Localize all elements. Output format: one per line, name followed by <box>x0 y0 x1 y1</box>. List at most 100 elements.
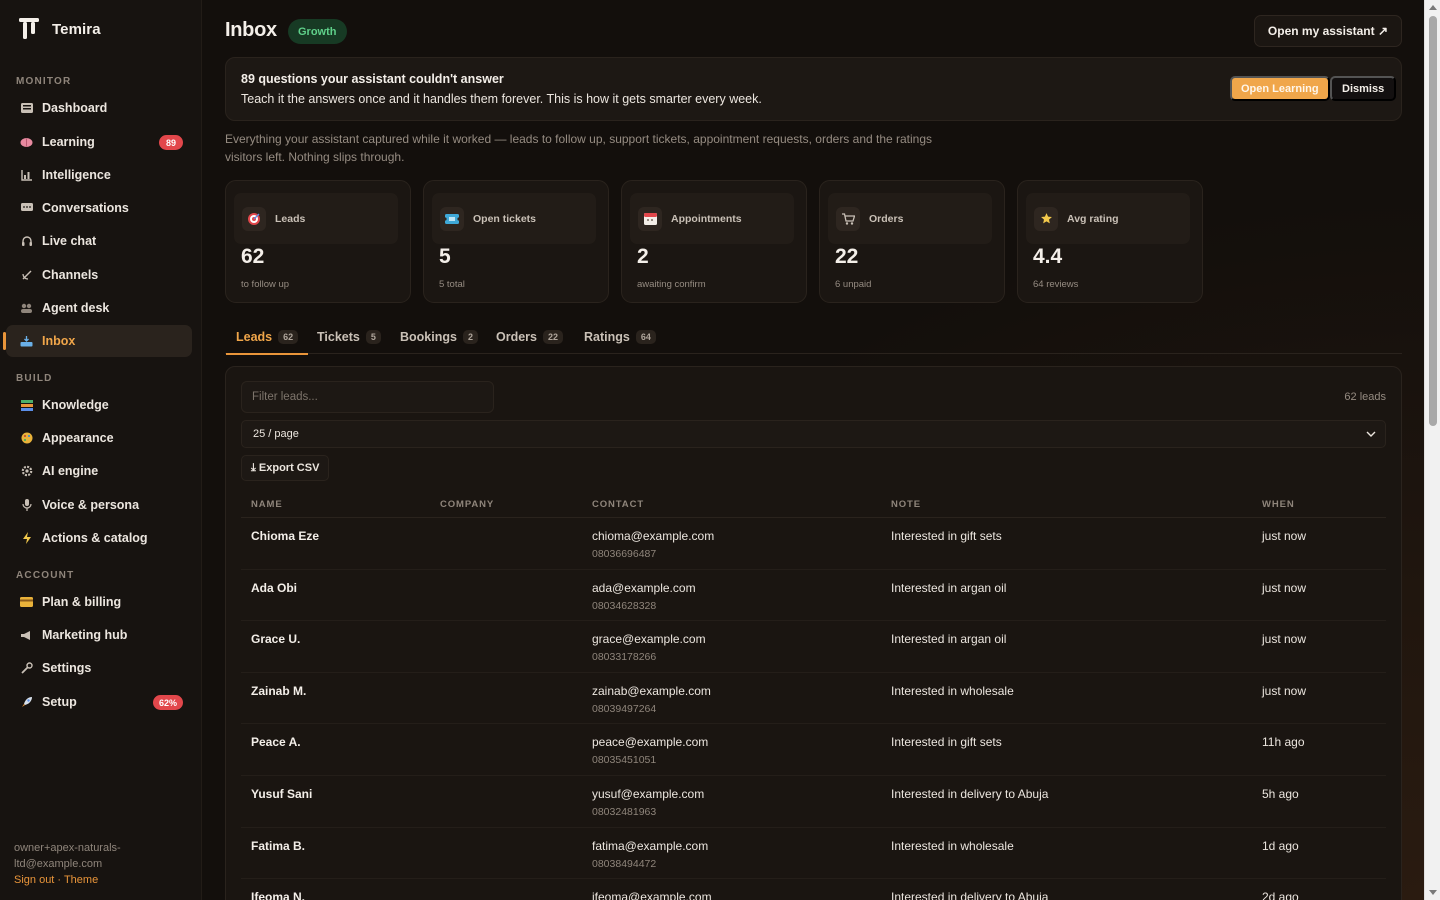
column-header-name[interactable]: NAME <box>251 499 283 510</box>
lead-note: Interested in delivery to Abuja <box>891 890 1049 900</box>
tab-label: Orders <box>496 330 537 344</box>
table-row[interactable]: Chioma Eze chioma@example.com 08036696487… <box>241 518 1386 570</box>
rocket-icon <box>20 696 33 709</box>
sidebar-item-label: AI engine <box>42 464 99 478</box>
filter-leads-input[interactable] <box>241 381 494 413</box>
tab-label: Ratings <box>584 330 630 344</box>
sidebar-item-actions-catalog[interactable]: Actions & catalog <box>6 522 192 554</box>
export-csv-button[interactable]: ⤓ Export CSV <box>241 455 330 481</box>
learning-banner: 89 questions your assistant couldn't ans… <box>225 57 1402 121</box>
lead-email[interactable]: grace@example.com <box>592 632 706 646</box>
satellite-icon <box>20 269 33 282</box>
sidebar-item-ai-engine[interactable]: AI engine <box>6 455 192 487</box>
headset-icon <box>20 235 33 248</box>
lead-name: Grace U. <box>251 632 301 647</box>
sidebar-item-label: Knowledge <box>42 398 109 412</box>
page-scrollbar[interactable] <box>1424 0 1440 900</box>
column-header-contact[interactable]: CONTACT <box>592 499 644 510</box>
sign-out-link[interactable]: Sign out <box>14 874 54 886</box>
lead-name: Zainab M. <box>251 683 307 698</box>
sidebar-item-settings[interactable]: Settings <box>6 652 192 684</box>
page-size-select[interactable]: 25 / page <box>241 420 1386 448</box>
lead-note: Interested in argan oil <box>891 632 1007 647</box>
sidebar-item-plan-billing[interactable]: Plan & billing <box>6 586 192 618</box>
star-icon <box>1034 206 1058 231</box>
tab-count: 64 <box>635 330 656 344</box>
stat-label: Open tickets <box>473 212 537 225</box>
column-header-note[interactable]: NOTE <box>891 499 921 510</box>
lead-email[interactable]: peace@example.com <box>592 735 708 749</box>
lead-phone: 08032481963 <box>592 805 657 818</box>
tab-label: Bookings <box>400 330 457 344</box>
stat-value: 2 <box>637 245 649 268</box>
scroll-up-arrow-icon[interactable] <box>1429 5 1437 10</box>
tab-ratings[interactable]: Ratings 64 <box>574 320 666 354</box>
stat-card-leads[interactable]: Leads 62 to follow up <box>225 180 411 303</box>
table-row[interactable]: Ada Obi ada@example.com 08034628328 Inter… <box>241 570 1386 622</box>
table-row[interactable]: Peace A. peace@example.com 08035451051 In… <box>241 724 1386 776</box>
stat-card-orders[interactable]: Orders 22 6 unpaid <box>819 180 1005 303</box>
column-header-when[interactable]: WHEN <box>1262 499 1295 510</box>
lead-name: Chioma Eze <box>251 529 320 543</box>
sidebar-item-live-chat[interactable]: Live chat <box>6 225 192 257</box>
cart-icon <box>836 206 860 231</box>
lead-phone: 08038494472 <box>592 857 657 870</box>
banner-title: 89 questions your assistant couldn't ans… <box>241 72 504 86</box>
footer-separator: · <box>54 874 64 886</box>
table-row[interactable]: Yusuf Sani yusuf@example.com 08032481963 … <box>241 776 1386 828</box>
sidebar-item-agent-desk[interactable]: Agent desk <box>6 292 192 324</box>
table-row[interactable]: Zainab M. zainab@example.com 08039497264 … <box>241 673 1386 725</box>
sidebar-item-setup[interactable]: Setup 62% <box>6 686 192 718</box>
theme-link[interactable]: Theme <box>64 874 98 886</box>
lead-email[interactable]: ifeoma@example.com <box>592 890 712 900</box>
sidebar-item-label: Settings <box>42 661 92 675</box>
sidebar-item-intelligence[interactable]: Intelligence <box>6 159 192 191</box>
stat-card-avg-rating[interactable]: Avg rating 4.4 64 reviews <box>1017 180 1203 303</box>
sidebar-item-learning[interactable]: Learning 89 <box>6 126 192 158</box>
table-row[interactable]: Fatima B. fatima@example.com 08038494472 … <box>241 828 1386 880</box>
lead-when: 1d ago <box>1262 838 1299 853</box>
column-header-company[interactable]: COMPANY <box>440 499 494 510</box>
calendar-icon <box>638 206 662 231</box>
lead-email[interactable]: yusuf@example.com <box>592 787 704 801</box>
lead-email[interactable]: ada@example.com <box>592 581 696 595</box>
lead-name: Ifeoma N. <box>251 890 306 900</box>
lead-email[interactable]: fatima@example.com <box>592 839 708 853</box>
table-row[interactable]: Grace U. grace@example.com 08033178266 In… <box>241 621 1386 673</box>
sidebar-item-label: Dashboard <box>42 101 108 115</box>
sidebar-item-voice-persona[interactable]: Voice & persona <box>6 489 192 521</box>
dismiss-button[interactable]: Dismiss <box>1330 76 1397 101</box>
scroll-down-arrow-icon[interactable] <box>1429 890 1437 895</box>
lead-email[interactable]: zainab@example.com <box>592 684 711 698</box>
stat-sub: 64 reviews <box>1033 279 1079 290</box>
lead-phone: 08036696487 <box>592 548 657 560</box>
dashboard-icon <box>20 102 33 115</box>
palette-icon <box>20 432 33 445</box>
open-learning-button[interactable]: Open Learning <box>1230 76 1330 101</box>
sidebar-item-label: Intelligence <box>42 168 111 182</box>
lead-email[interactable]: chioma@example.com <box>592 529 714 543</box>
sidebar-item-conversations[interactable]: Conversations <box>6 192 192 224</box>
sidebar-item-marketing-hub[interactable]: Marketing hub <box>6 619 192 651</box>
open-assistant-button[interactable]: Open my assistant ↗ <box>1253 15 1402 47</box>
tab-leads[interactable]: Leads 62 <box>226 320 309 355</box>
lead-name: Yusuf Sani <box>251 786 313 801</box>
stat-card-open-tickets[interactable]: Open tickets 5 5 total <box>423 180 609 303</box>
section-title-monitor: MONITOR <box>16 76 72 87</box>
table-row[interactable]: Ifeoma N. ifeoma@example.com Interested … <box>241 879 1386 900</box>
sidebar-item-appearance[interactable]: Appearance <box>6 422 192 454</box>
brand[interactable]: Temira <box>18 17 101 41</box>
sidebar: Temira MONITOR Dashboard Learning 89 Int… <box>0 0 202 900</box>
sidebar-item-dashboard[interactable]: Dashboard <box>6 92 192 124</box>
tab-orders[interactable]: Orders 22 <box>486 320 573 354</box>
sidebar-item-knowledge[interactable]: Knowledge <box>6 389 192 421</box>
sidebar-item-channels[interactable]: Channels <box>6 259 192 291</box>
lead-when: just now <box>1262 580 1307 595</box>
lead-note: Interested in gift sets <box>891 735 1002 750</box>
sidebar-item-inbox[interactable]: Inbox <box>3 325 192 357</box>
sidebar-item-label: Setup <box>42 695 77 709</box>
stat-card-appointments[interactable]: Appointments 2 awaiting confirm <box>621 180 807 303</box>
tab-bookings[interactable]: Bookings 2 <box>390 320 488 354</box>
tab-tickets[interactable]: Tickets 5 <box>307 320 391 354</box>
scrollbar-thumb[interactable] <box>1429 16 1437 426</box>
